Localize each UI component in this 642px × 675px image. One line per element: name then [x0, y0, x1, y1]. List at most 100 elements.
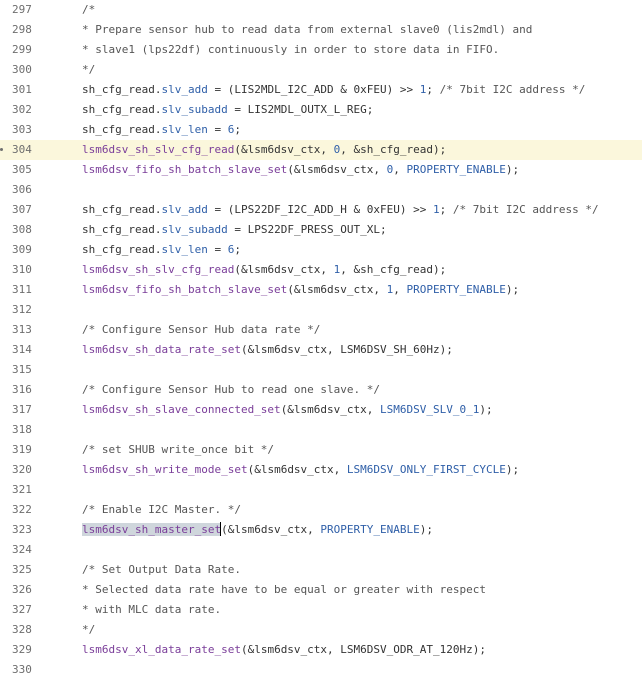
code-line[interactable]: 306	[0, 180, 642, 200]
code-line[interactable]: 313 /* Configure Sensor Hub data rate */	[0, 320, 642, 340]
code-line[interactable]: 312	[0, 300, 642, 320]
code-line[interactable]: 327 * with MLC data rate.	[0, 600, 642, 620]
line-number[interactable]: 307	[12, 200, 42, 220]
code-line[interactable]: 307 sh_cfg_read.slv_add = (LPS22DF_I2C_AD…	[0, 200, 642, 220]
code-text[interactable]: lsm6dsv_sh_slave_connected_set(&lsm6dsv_…	[82, 400, 493, 420]
code-editor[interactable]: 297 /* 298 * Prepare sensor hub to read dat…	[0, 0, 642, 675]
code-line[interactable]: 308 sh_cfg_read.slv_subadd = LPS22DF_PRES…	[0, 220, 642, 240]
line-number[interactable]: 311	[12, 280, 42, 300]
line-number[interactable]: 329	[12, 640, 42, 660]
code-text[interactable]: lsm6dsv_sh_data_rate_set(&lsm6dsv_ctx, L…	[82, 340, 453, 360]
line-number[interactable]: 327	[12, 600, 42, 620]
code-text[interactable]: /* Configure Sensor Hub to read one slav…	[82, 380, 380, 400]
line-number[interactable]: 310	[12, 260, 42, 280]
code-token: slv_subadd	[161, 103, 228, 116]
code-text[interactable]: lsm6dsv_sh_write_mode_set(&lsm6dsv_ctx, …	[82, 460, 519, 480]
line-number[interactable]: 319	[12, 440, 42, 460]
code-text[interactable]: /*	[82, 0, 95, 20]
line-number[interactable]: 300	[12, 60, 42, 80]
line-number[interactable]: 305	[12, 160, 42, 180]
line-number[interactable]: 313	[12, 320, 42, 340]
code-text[interactable]: lsm6dsv_fifo_sh_batch_slave_set(&lsm6dsv…	[82, 280, 519, 300]
code-text[interactable]: * slave1 (lps22df) continuously in order…	[82, 40, 499, 60]
code-line[interactable]: 299 * slave1 (lps22df) continuously in or…	[0, 40, 642, 60]
code-line[interactable]: 309 sh_cfg_read.slv_len = 6;	[0, 240, 642, 260]
code-line[interactable]: 301 sh_cfg_read.slv_add = (LIS2MDL_I2C_AD…	[0, 80, 642, 100]
code-line[interactable]: 302 sh_cfg_read.slv_subadd = LIS2MDL_OUTX…	[0, 100, 642, 120]
line-number[interactable]: 297	[12, 0, 42, 20]
code-text[interactable]: lsm6dsv_sh_slv_cfg_read(&lsm6dsv_ctx, 0,…	[82, 140, 446, 160]
line-number[interactable]: 321	[12, 480, 42, 500]
code-text[interactable]: * with MLC data rate.	[82, 600, 221, 620]
code-line[interactable]: 325 /* Set Output Data Rate.	[0, 560, 642, 580]
code-text[interactable]: sh_cfg_read.slv_subadd = LIS2MDL_OUTX_L_…	[82, 100, 373, 120]
code-line[interactable]: 320 lsm6dsv_sh_write_mode_set(&lsm6dsv_ct…	[0, 460, 642, 480]
code-line[interactable]: 326 * Selected data rate have to be equal…	[0, 580, 642, 600]
code-token: (&lsm6dsv_ctx,	[247, 463, 347, 476]
code-line[interactable]: 315	[0, 360, 642, 380]
line-number[interactable]: 314	[12, 340, 42, 360]
code-text[interactable]: lsm6dsv_fifo_sh_batch_slave_set(&lsm6dsv…	[82, 160, 519, 180]
code-text[interactable]: /* Configure Sensor Hub data rate */	[82, 320, 320, 340]
line-number[interactable]: 324	[12, 540, 42, 560]
code-line[interactable]: 310 lsm6dsv_sh_slv_cfg_read(&lsm6dsv_ctx,…	[0, 260, 642, 280]
code-text[interactable]: /* Set Output Data Rate.	[82, 560, 241, 580]
line-number[interactable]: 325	[12, 560, 42, 580]
line-number[interactable]: 308	[12, 220, 42, 240]
code-line[interactable]: 304 lsm6dsv_sh_slv_cfg_read(&lsm6dsv_ctx,…	[0, 140, 642, 160]
line-number[interactable]: 323	[12, 520, 42, 540]
code-line[interactable]: 314 lsm6dsv_sh_data_rate_set(&lsm6dsv_ctx…	[0, 340, 642, 360]
code-line[interactable]: 317 lsm6dsv_sh_slave_connected_set(&lsm6d…	[0, 400, 642, 420]
code-line[interactable]: 297 /*	[0, 0, 642, 20]
code-text[interactable]: sh_cfg_read.slv_len = 6;	[82, 240, 241, 260]
line-number[interactable]: 306	[12, 180, 42, 200]
code-line[interactable]: 328 */	[0, 620, 642, 640]
code-text[interactable]: sh_cfg_read.slv_add = (LPS22DF_I2C_ADD_H…	[82, 200, 599, 220]
code-text[interactable]: */	[82, 620, 95, 640]
code-text[interactable]: * Prepare sensor hub to read data from e…	[82, 20, 532, 40]
code-token: lsm6dsv_sh_slv_cfg_read	[82, 143, 235, 156]
code-text[interactable]: sh_cfg_read.slv_len = 6;	[82, 120, 241, 140]
code-line[interactable]: 322 /* Enable I2C Master. */	[0, 500, 642, 520]
code-line[interactable]: 311 lsm6dsv_fifo_sh_batch_slave_set(&lsm6…	[0, 280, 642, 300]
line-number[interactable]: 301	[12, 80, 42, 100]
code-line[interactable]: 329 lsm6dsv_xl_data_rate_set(&lsm6dsv_ctx…	[0, 640, 642, 660]
code-text[interactable]: /* Enable I2C Master. */	[82, 500, 241, 520]
code-text[interactable]: sh_cfg_read.slv_subadd = LPS22DF_PRESS_O…	[82, 220, 387, 240]
code-line[interactable]: 316 /* Configure Sensor Hub to read one s…	[0, 380, 642, 400]
line-number[interactable]: 318	[12, 420, 42, 440]
line-number[interactable]: 317	[12, 400, 42, 420]
line-number[interactable]: 309	[12, 240, 42, 260]
line-number[interactable]: 316	[12, 380, 42, 400]
line-number[interactable]: 302	[12, 100, 42, 120]
line-number[interactable]: 328	[12, 620, 42, 640]
line-number[interactable]: 320	[12, 460, 42, 480]
code-text[interactable]: */	[82, 60, 95, 80]
code-token: ,	[393, 163, 407, 176]
code-text[interactable]: lsm6dsv_sh_master_set(&lsm6dsv_ctx, PROP…	[82, 520, 433, 540]
line-number[interactable]: 315	[12, 360, 42, 380]
line-number[interactable]: 303	[12, 120, 42, 140]
line-number[interactable]: 299	[12, 40, 42, 60]
code-line[interactable]: 319 /* set SHUB write_once bit */	[0, 440, 642, 460]
line-number[interactable]: 322	[12, 500, 42, 520]
code-line[interactable]: 323 lsm6dsv_sh_master_set(&lsm6dsv_ctx, P…	[0, 520, 642, 540]
code-line[interactable]: 321	[0, 480, 642, 500]
line-number[interactable]: 330	[12, 660, 42, 675]
line-number[interactable]: 326	[12, 580, 42, 600]
code-line[interactable]: 330	[0, 660, 642, 675]
code-text[interactable]: /* set SHUB write_once bit */	[82, 440, 274, 460]
code-text[interactable]: sh_cfg_read.slv_add = (LIS2MDL_I2C_ADD &…	[82, 80, 585, 100]
code-line[interactable]: 300 */	[0, 60, 642, 80]
code-line[interactable]: 303 sh_cfg_read.slv_len = 6;	[0, 120, 642, 140]
code-line[interactable]: 305 lsm6dsv_fifo_sh_batch_slave_set(&lsm6…	[0, 160, 642, 180]
line-number[interactable]: 304	[12, 140, 42, 160]
line-number[interactable]: 298	[12, 20, 42, 40]
code-text[interactable]: lsm6dsv_sh_slv_cfg_read(&lsm6dsv_ctx, 1,…	[82, 260, 446, 280]
code-text[interactable]: lsm6dsv_xl_data_rate_set(&lsm6dsv_ctx, L…	[82, 640, 486, 660]
line-number[interactable]: 312	[12, 300, 42, 320]
code-line[interactable]: 324	[0, 540, 642, 560]
code-line[interactable]: 298 * Prepare sensor hub to read data fro…	[0, 20, 642, 40]
code-text[interactable]: * Selected data rate have to be equal or…	[82, 580, 486, 600]
code-line[interactable]: 318	[0, 420, 642, 440]
